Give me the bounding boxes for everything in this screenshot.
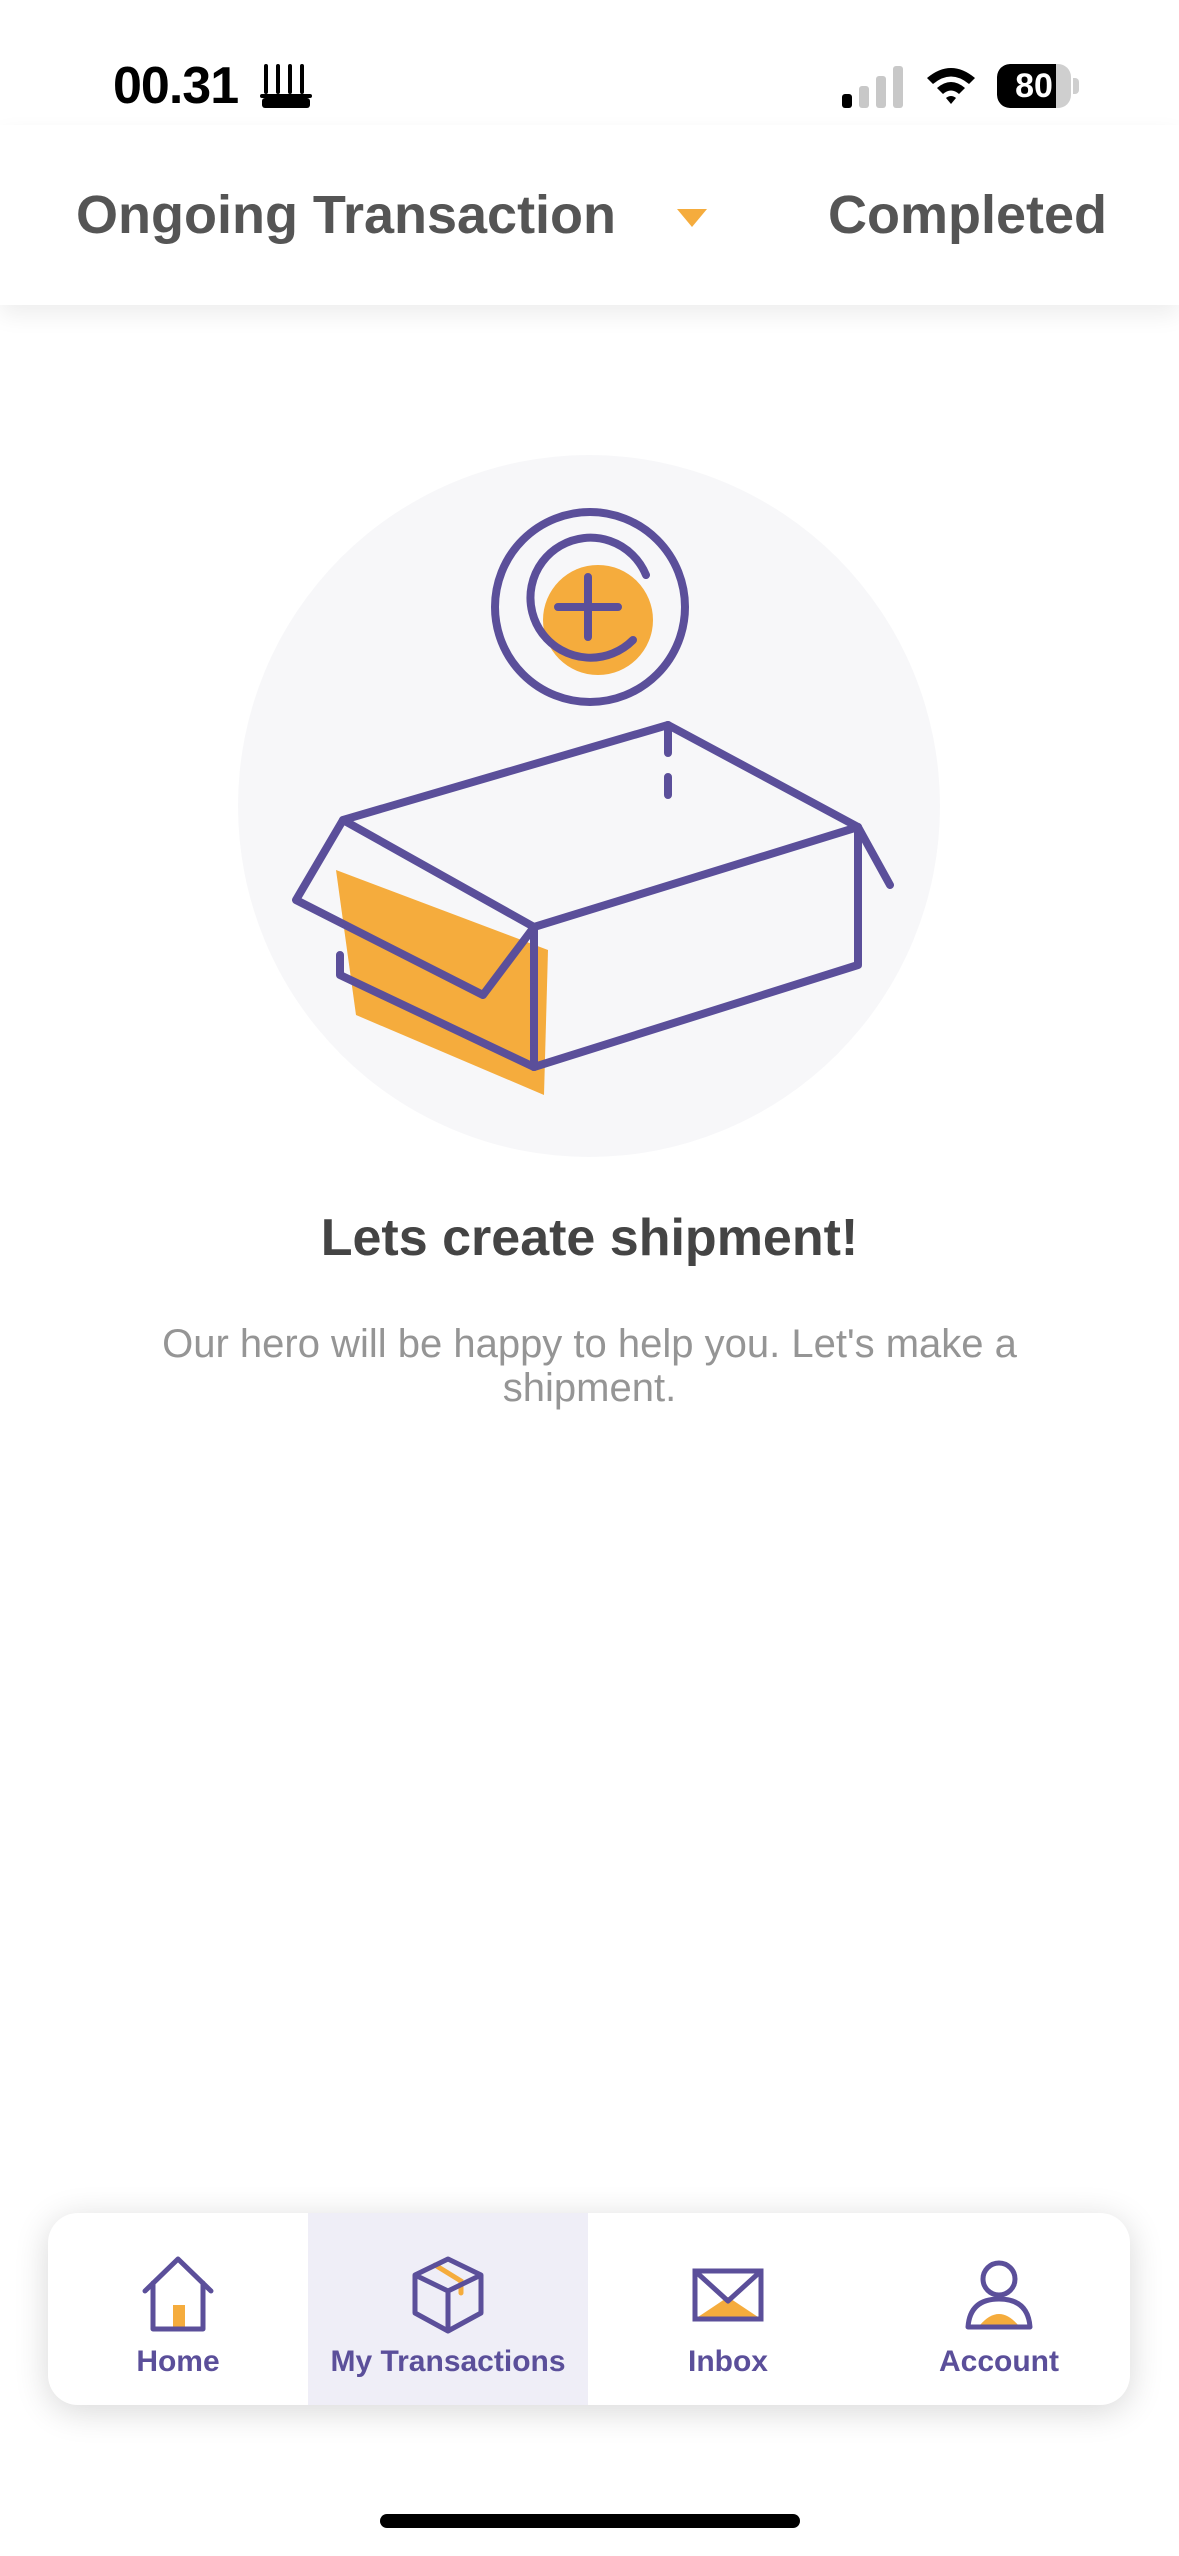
- empty-box-illustration: [238, 455, 940, 1157]
- tab-completed-label: Completed: [828, 185, 1108, 245]
- signal-icon: [842, 66, 903, 108]
- caret-down-icon[interactable]: [677, 209, 707, 229]
- transaction-tabs: Ongoing Transaction Completed: [0, 125, 1179, 305]
- battery-icon: 80: [997, 64, 1079, 108]
- battery-level: 80: [1015, 67, 1053, 105]
- wifi-icon: [927, 68, 975, 104]
- nav-my-transactions[interactable]: My Transactions: [308, 2213, 588, 2405]
- nav-home[interactable]: Home: [48, 2213, 308, 2405]
- empty-state-title: Lets create shipment!: [320, 1209, 859, 1267]
- tab-ongoing-label: Ongoing Transaction: [76, 185, 617, 245]
- nav-account-label: Account: [939, 2345, 1059, 2378]
- nav-my-transactions-label: My Transactions: [330, 2345, 566, 2378]
- nav-inbox[interactable]: Inbox: [588, 2213, 868, 2405]
- person-icon: [965, 2260, 1033, 2330]
- empty-state-description: Our hero will be happy to help you. Let'…: [162, 1322, 1017, 1410]
- tab-completed[interactable]: Completed: [828, 125, 1107, 305]
- nav-inbox-label: Inbox: [688, 2345, 768, 2378]
- tab-ongoing[interactable]: Ongoing Transaction: [76, 125, 616, 305]
- nav-home-label: Home: [136, 2345, 220, 2378]
- home-indicator[interactable]: [380, 2514, 800, 2528]
- music-notification-icon: [260, 64, 312, 108]
- bottom-navigation: Home My Transactions Inbox Account: [48, 2213, 1130, 2405]
- status-time: 00.31: [113, 57, 239, 115]
- mail-icon: [692, 2268, 764, 2322]
- home-icon: [142, 2256, 214, 2332]
- nav-account[interactable]: Account: [868, 2213, 1130, 2405]
- box-icon: [412, 2256, 484, 2334]
- status-bar: 00.31 80: [0, 0, 1179, 125]
